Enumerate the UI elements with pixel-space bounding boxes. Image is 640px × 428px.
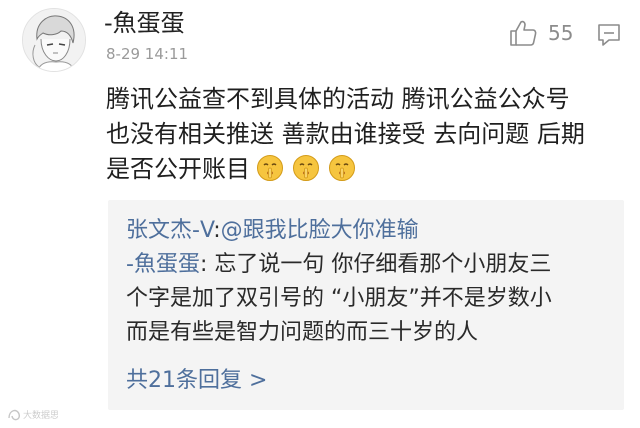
view-all-replies-link[interactable]: 共21条回复 >	[126, 364, 267, 398]
weibo-comment-page: -魚蛋蛋 8-29 14:11 55 腾讯公益查不到具体的活动 腾讯公益公众号 …	[0, 0, 640, 428]
like-button[interactable]: 55	[508, 18, 588, 48]
reply-author[interactable]: -魚蛋蛋	[126, 252, 200, 277]
comment-username[interactable]: -魚蛋蛋	[104, 6, 185, 40]
like-count: 55	[548, 21, 574, 45]
comment-body-line: 也没有相关推送 善款由谁接受 去向问题 后期	[106, 120, 585, 148]
shush-face-icon	[292, 154, 320, 182]
shush-face-icon	[256, 154, 284, 182]
comment-body-line: 腾讯公益查不到具体的活动 腾讯公益公众号	[106, 85, 570, 113]
avatar[interactable]	[22, 8, 86, 72]
reply-button[interactable]	[596, 22, 622, 48]
reply-line: 而是有些是智力问题的而三十岁的人	[126, 320, 479, 345]
watermark: 大数据思维	[6, 404, 58, 424]
shush-face-icon	[328, 154, 356, 182]
reply-separator: :	[213, 218, 221, 243]
reply-author[interactable]: 张文杰-V	[126, 218, 213, 243]
comment-body: 腾讯公益查不到具体的活动 腾讯公益公众号 也没有相关推送 善款由谁接受 去向问题…	[106, 82, 626, 187]
reply-thread: 张文杰-V:@跟我比脸大你准输 -魚蛋蛋: 忘了说一句 你仔细看那个小朋友三 个…	[108, 200, 624, 410]
anime-avatar-icon	[23, 9, 85, 71]
thumbs-up-icon	[508, 18, 538, 48]
comment-body-text: 是否公开账目	[106, 155, 250, 183]
reply-item: 张文杰-V:@跟我比脸大你准输	[126, 214, 419, 248]
mention-link[interactable]: @跟我比脸大你准输	[221, 218, 419, 243]
comment-body-line: 是否公开账目	[106, 152, 626, 187]
watermark-logo-icon: 大数据思维	[8, 409, 58, 421]
reply-item: -魚蛋蛋: 忘了说一句 你仔细看那个小朋友三 个字是加了双引号的 “小朋友”并不…	[126, 248, 616, 350]
reply-line: 个字是加了双引号的 “小朋友”并不是岁数小	[126, 286, 552, 311]
comment-bubble-icon	[598, 24, 620, 46]
svg-text:大数据思维: 大数据思维	[23, 409, 58, 421]
reply-text: 忘了说一句 你仔细看那个小朋友三	[207, 252, 552, 277]
reply-line: -魚蛋蛋: 忘了说一句 你仔细看那个小朋友三	[126, 248, 616, 282]
comment-timestamp: 8-29 14:11	[106, 45, 189, 63]
